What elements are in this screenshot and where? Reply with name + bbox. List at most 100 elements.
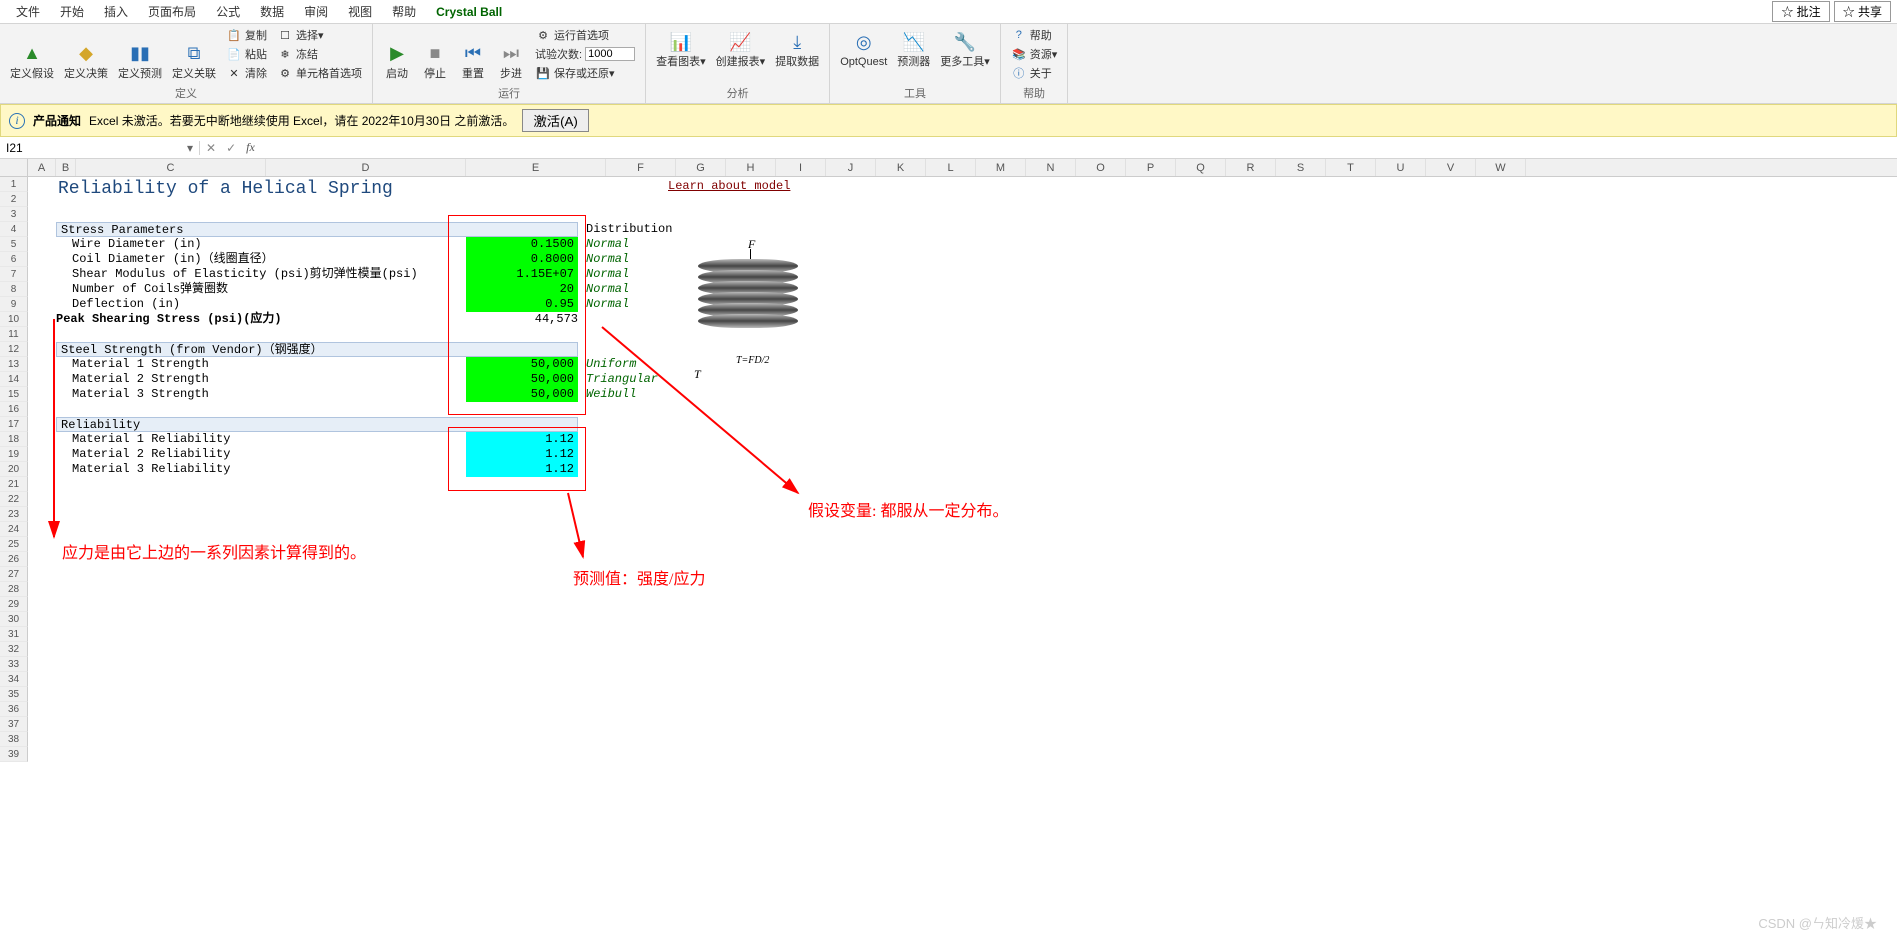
colhdr-F[interactable]: F xyxy=(606,159,676,176)
reset-button[interactable]: ⏮重置 xyxy=(455,26,491,82)
select-all-corner[interactable] xyxy=(0,159,28,176)
colhdr-N[interactable]: N xyxy=(1026,159,1076,176)
colhdr-L[interactable]: L xyxy=(926,159,976,176)
rowhdr-33[interactable]: 33 xyxy=(0,657,28,672)
about-button[interactable]: ⓘ关于 xyxy=(1007,64,1062,82)
rowhdr-5[interactable]: 5 xyxy=(0,237,28,252)
rowhdr-30[interactable]: 30 xyxy=(0,612,28,627)
fx-icon[interactable]: fx xyxy=(246,140,255,155)
activate-button[interactable]: 激活(A) xyxy=(522,109,588,132)
colhdr-T[interactable]: T xyxy=(1326,159,1376,176)
val-defl[interactable]: 0.95 xyxy=(466,297,578,312)
rowhdr-36[interactable]: 36 xyxy=(0,702,28,717)
colhdr-B[interactable]: B xyxy=(56,159,76,176)
menu-review[interactable]: 审阅 xyxy=(294,1,338,22)
create-report-button[interactable]: 📈创建报表▾ xyxy=(712,26,770,70)
rowhdr-34[interactable]: 34 xyxy=(0,672,28,687)
menu-data[interactable]: 数据 xyxy=(250,1,294,22)
colhdr-O[interactable]: O xyxy=(1076,159,1126,176)
menu-help[interactable]: 帮助 xyxy=(382,1,426,22)
colhdr-J[interactable]: J xyxy=(826,159,876,176)
rowhdr-32[interactable]: 32 xyxy=(0,642,28,657)
rowhdr-6[interactable]: 6 xyxy=(0,252,28,267)
rowhdr-2[interactable]: 2 xyxy=(0,192,28,207)
val-mat3s[interactable]: 50,000 xyxy=(466,387,578,402)
menu-file[interactable]: 文件 xyxy=(6,1,50,22)
cell-area[interactable]: Reliability of a Helical Spring Learn ab… xyxy=(28,177,1897,762)
comments-button[interactable]: ☆ 批注 xyxy=(1772,1,1829,22)
copy-button[interactable]: 📋复制 xyxy=(222,26,271,44)
val-mat3r[interactable]: 1.12 xyxy=(466,462,578,477)
val-peak[interactable]: 44,573 xyxy=(466,312,578,327)
rowhdr-13[interactable]: 13 xyxy=(0,357,28,372)
rowhdr-37[interactable]: 37 xyxy=(0,717,28,732)
predictor-button[interactable]: 📉预测器 xyxy=(893,26,934,70)
rowhdr-20[interactable]: 20 xyxy=(0,462,28,477)
rowhdr-25[interactable]: 25 xyxy=(0,537,28,552)
rowhdr-3[interactable]: 3 xyxy=(0,207,28,222)
more-tools-button[interactable]: 🔧更多工具▾ xyxy=(936,26,994,70)
colhdr-G[interactable]: G xyxy=(676,159,726,176)
rowhdr-18[interactable]: 18 xyxy=(0,432,28,447)
val-shear[interactable]: 1.15E+07 xyxy=(466,267,578,282)
colhdr-A[interactable]: A xyxy=(28,159,56,176)
help-button[interactable]: ?帮助 xyxy=(1007,26,1062,44)
rowhdr-16[interactable]: 16 xyxy=(0,402,28,417)
cell-prefs-button[interactable]: ⚙单元格首选项 xyxy=(273,64,366,82)
rowhdr-24[interactable]: 24 xyxy=(0,522,28,537)
rowhdr-10[interactable]: 10 xyxy=(0,312,28,327)
define-correlation-button[interactable]: ⧉定义关联 xyxy=(168,26,220,82)
rowhdr-17[interactable]: 17 xyxy=(0,417,28,432)
resources-button[interactable]: 📚资源▾ xyxy=(1007,45,1062,63)
rowhdr-4[interactable]: 4 xyxy=(0,222,28,237)
val-mat1r[interactable]: 1.12 xyxy=(466,432,578,447)
colhdr-C[interactable]: C xyxy=(76,159,266,176)
menu-home[interactable]: 开始 xyxy=(50,1,94,22)
rowhdr-26[interactable]: 26 xyxy=(0,552,28,567)
name-box[interactable]: I21▾ xyxy=(0,141,200,155)
accept-icon[interactable]: ✓ xyxy=(226,141,236,155)
colhdr-V[interactable]: V xyxy=(1426,159,1476,176)
rowhdr-39[interactable]: 39 xyxy=(0,747,28,762)
select-button[interactable]: ☐选择▾ xyxy=(273,26,366,44)
colhdr-M[interactable]: M xyxy=(976,159,1026,176)
val-mat1s[interactable]: 50,000 xyxy=(466,357,578,372)
step-button[interactable]: ⏭步进 xyxy=(493,26,529,82)
val-mat2s[interactable]: 50,000 xyxy=(466,372,578,387)
rowhdr-35[interactable]: 35 xyxy=(0,687,28,702)
rowhdr-9[interactable]: 9 xyxy=(0,297,28,312)
val-wire[interactable]: 0.1500 xyxy=(466,237,578,252)
cancel-icon[interactable]: ✕ xyxy=(206,141,216,155)
colhdr-S[interactable]: S xyxy=(1276,159,1326,176)
rowhdr-8[interactable]: 8 xyxy=(0,282,28,297)
share-button[interactable]: ☆ 共享 xyxy=(1834,1,1891,22)
menu-crystalball[interactable]: Crystal Ball xyxy=(426,3,512,21)
run-prefs-button[interactable]: ⚙运行首选项 xyxy=(531,26,639,44)
colhdr-K[interactable]: K xyxy=(876,159,926,176)
val-mat2r[interactable]: 1.12 xyxy=(466,447,578,462)
rowhdr-29[interactable]: 29 xyxy=(0,597,28,612)
colhdr-I[interactable]: I xyxy=(776,159,826,176)
paste-button[interactable]: 📄粘贴 xyxy=(222,45,271,63)
colhdr-E[interactable]: E xyxy=(466,159,606,176)
view-charts-button[interactable]: 📊查看图表▾ xyxy=(652,26,710,70)
trials-input[interactable] xyxy=(585,47,635,61)
rowhdr-14[interactable]: 14 xyxy=(0,372,28,387)
rowhdr-21[interactable]: 21 xyxy=(0,477,28,492)
rowhdr-19[interactable]: 19 xyxy=(0,447,28,462)
define-forecast-button[interactable]: ▮▮定义预测 xyxy=(114,26,166,82)
colhdr-P[interactable]: P xyxy=(1126,159,1176,176)
menu-layout[interactable]: 页面布局 xyxy=(138,1,206,22)
colhdr-Q[interactable]: Q xyxy=(1176,159,1226,176)
menu-insert[interactable]: 插入 xyxy=(94,1,138,22)
optquest-button[interactable]: ◎OptQuest xyxy=(836,26,891,70)
colhdr-R[interactable]: R xyxy=(1226,159,1276,176)
menu-view[interactable]: 视图 xyxy=(338,1,382,22)
rowhdr-27[interactable]: 27 xyxy=(0,567,28,582)
save-restore-button[interactable]: 💾保存或还原▾ xyxy=(531,64,639,82)
freeze-button[interactable]: ❄冻结 xyxy=(273,45,366,63)
colhdr-H[interactable]: H xyxy=(726,159,776,176)
define-assumption-button[interactable]: ▲定义假设 xyxy=(6,26,58,82)
val-coils[interactable]: 20 xyxy=(466,282,578,297)
colhdr-U[interactable]: U xyxy=(1376,159,1426,176)
